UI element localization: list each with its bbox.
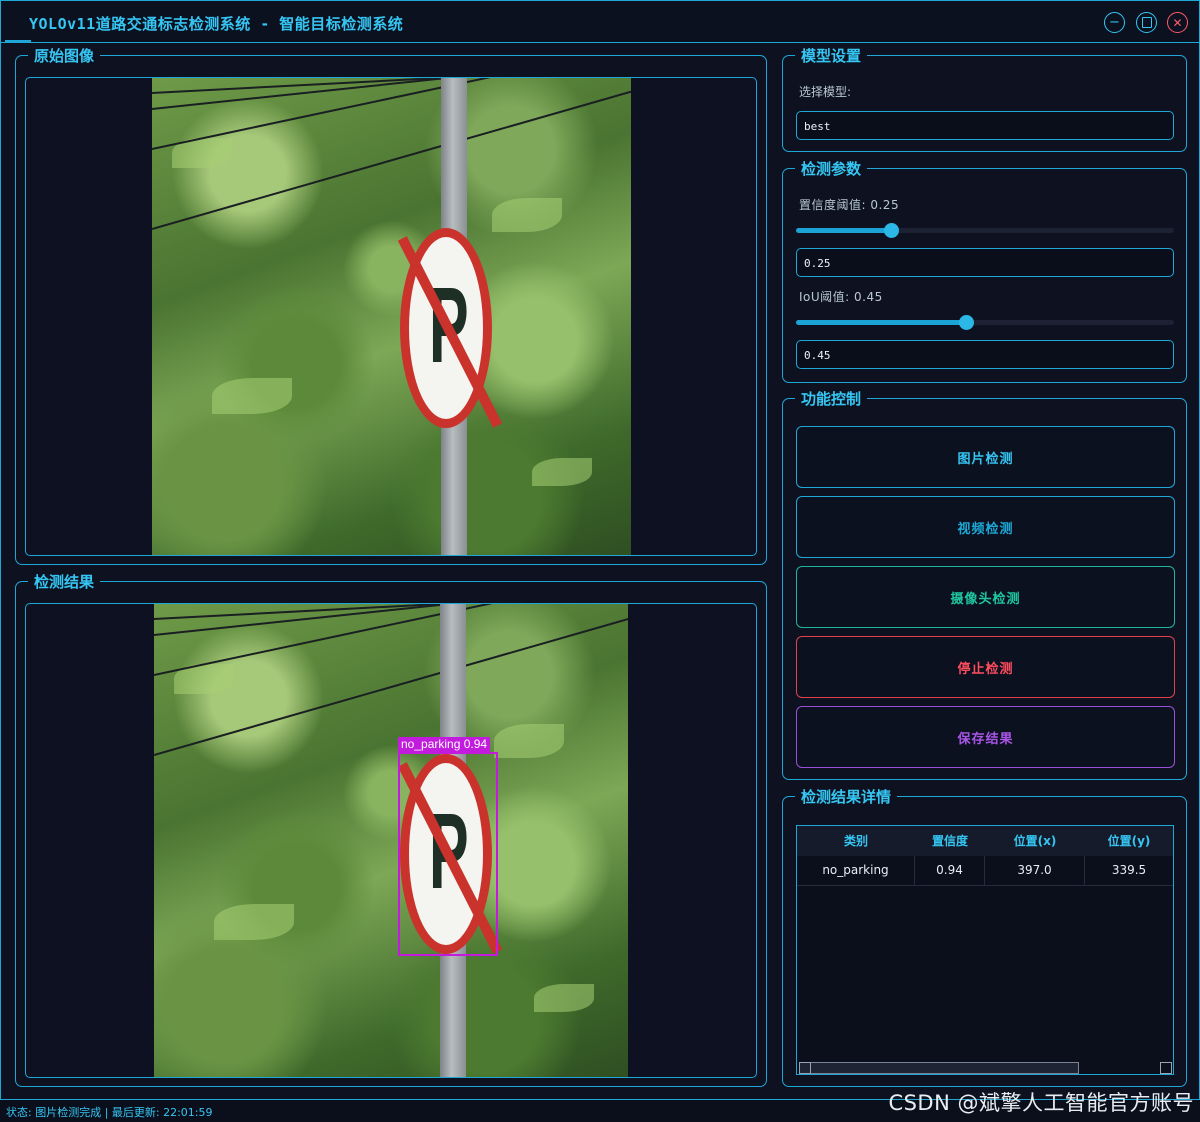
column-header[interactable]: 置信度	[915, 826, 985, 856]
detection-bbox: no_parking 0.94	[398, 737, 498, 956]
cell-position-x: 397.0	[985, 856, 1085, 885]
model-settings-panel: 模型设置 选择模型: best	[782, 45, 1187, 152]
model-settings-title: 模型设置	[795, 45, 868, 66]
result-image-frame: P no_parking 0.94	[25, 603, 757, 1078]
result-image-panel: 检测结果 P no_parking 0.94	[15, 571, 767, 1087]
results-detail-panel: 检测结果详情 类别 置信度 位置(x) 位置(y) no_parking 0.9…	[782, 786, 1187, 1087]
column-header[interactable]: 位置(y)	[1085, 826, 1173, 856]
iou-slider-fill	[796, 320, 967, 325]
confidence-label: 置信度阈值: 0.25	[799, 198, 900, 212]
column-header[interactable]: 类别	[797, 826, 915, 856]
scroll-left-icon[interactable]	[799, 1062, 811, 1074]
close-icon[interactable]: ✕	[1167, 12, 1188, 33]
iou-slider[interactable]	[796, 315, 1174, 330]
result-image-title: 检测结果	[28, 571, 101, 592]
table-horizontal-scrollbar[interactable]	[797, 1061, 1173, 1074]
table-header: 类别 置信度 位置(x) 位置(y)	[797, 826, 1173, 856]
camera-detect-button[interactable]: 摄像头检测	[796, 566, 1175, 628]
detection-params-panel: 检测参数 置信度阈值: 0.25 0.25 IoU阈值: 0.45 0.45	[782, 158, 1187, 383]
stop-detect-button[interactable]: 停止检测	[796, 636, 1175, 698]
confidence-input[interactable]: 0.25	[796, 248, 1174, 277]
original-image-panel: 原始图像 P	[15, 45, 767, 565]
controls-title: 功能控制	[795, 388, 868, 409]
iou-input[interactable]: 0.45	[796, 340, 1174, 369]
image-detect-button[interactable]: 图片检测	[796, 426, 1175, 488]
result-image: P no_parking 0.94	[154, 604, 628, 1077]
scroll-right-icon[interactable]	[1160, 1062, 1172, 1074]
model-select-label: 选择模型:	[799, 85, 852, 99]
scrollbar-thumb[interactable]	[799, 1062, 1079, 1074]
cell-position-y: 339.5	[1111, 863, 1147, 877]
status-text: 状态: 图片检测完成 | 最后更新: 22:01:59	[6, 1106, 213, 1119]
cell-class: no_parking	[797, 856, 915, 885]
iou-label: IoU阈值: 0.45	[799, 290, 883, 304]
confidence-slider-thumb[interactable]	[883, 223, 899, 238]
column-header[interactable]: 位置(x)	[985, 826, 1085, 856]
watermark: CSDN @斌擎人工智能官方账号	[888, 1091, 1194, 1115]
confidence-slider[interactable]	[796, 223, 1174, 238]
iou-slider-thumb[interactable]	[959, 315, 975, 330]
window-title: YOLOv11道路交通标志检测系统 - 智能目标检测系统	[29, 15, 404, 33]
detection-params-title: 检测参数	[795, 158, 868, 179]
save-results-button[interactable]: 保存结果	[796, 706, 1175, 768]
controls-panel: 功能控制 图片检测 视频检测 摄像头检测 停止检测 保存结果	[782, 388, 1187, 780]
table-row[interactable]: no_parking 0.94 397.0 339.5	[797, 856, 1173, 886]
results-table: 类别 置信度 位置(x) 位置(y) no_parking 0.94 397.0…	[796, 825, 1174, 1075]
model-select[interactable]: best	[796, 111, 1174, 140]
results-detail-title: 检测结果详情	[795, 786, 898, 807]
maximize-icon[interactable]	[1136, 12, 1157, 33]
original-image-title: 原始图像	[28, 45, 101, 66]
cell-confidence: 0.94	[915, 856, 985, 885]
title-accent	[5, 40, 31, 42]
app-window: YOLOv11道路交通标志检测系统 - 智能目标检测系统 − ✕ 原始图像 P	[0, 0, 1200, 1100]
confidence-slider-fill	[796, 228, 891, 233]
minimize-icon[interactable]: −	[1104, 12, 1125, 33]
original-image: P	[152, 78, 631, 555]
original-image-frame: P	[25, 77, 757, 556]
title-bar[interactable]: YOLOv11道路交通标志检测系统 - 智能目标检测系统 − ✕	[1, 1, 1199, 43]
parking-sign-original: P	[397, 228, 503, 428]
video-detect-button[interactable]: 视频检测	[796, 496, 1175, 558]
detection-bbox-label: no_parking 0.94	[398, 737, 491, 752]
